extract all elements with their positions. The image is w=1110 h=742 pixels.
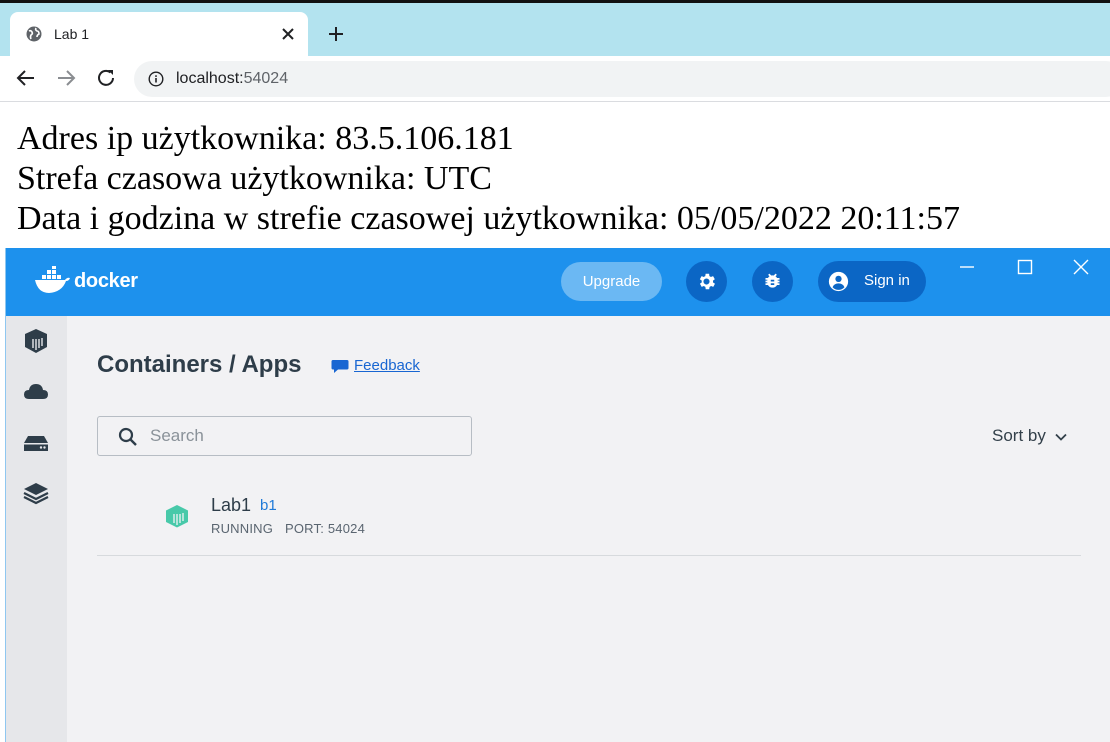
dev-environments-icon[interactable] bbox=[22, 480, 50, 508]
ip-address-line: Adres ip użytkownika: 83.5.106.181 bbox=[17, 120, 514, 157]
close-icon[interactable] bbox=[278, 24, 298, 44]
docker-whale-icon bbox=[35, 266, 70, 293]
docker-logo-text: docker bbox=[74, 270, 138, 292]
info-icon[interactable] bbox=[148, 71, 164, 87]
gear-icon bbox=[699, 273, 715, 290]
docker-desktop-window: docker Upgrade Sign in Containers / Apps… bbox=[5, 248, 1110, 742]
sign-in-label: Sign in bbox=[864, 272, 910, 289]
reload-icon[interactable] bbox=[94, 66, 118, 90]
arrow-left-icon[interactable] bbox=[14, 66, 38, 90]
containers-icon[interactable] bbox=[22, 327, 50, 355]
container-tag: b1 bbox=[260, 497, 277, 514]
volumes-icon[interactable] bbox=[22, 429, 50, 457]
page-title: Containers / Apps bbox=[97, 351, 302, 378]
search-icon bbox=[118, 427, 137, 446]
close-window-icon[interactable] bbox=[1072, 258, 1090, 276]
chat-bubble-icon bbox=[331, 360, 349, 373]
container-row[interactable]: Lab1 b1 RUNNING PORT: 54024 bbox=[97, 476, 1081, 556]
container-port: PORT: 54024 bbox=[285, 521, 366, 536]
sort-by-label: Sort by bbox=[992, 426, 1046, 445]
url-port: 54024 bbox=[243, 70, 289, 87]
tabstrip-top-border bbox=[0, 0, 1110, 3]
search-input[interactable] bbox=[150, 425, 460, 447]
minimize-icon[interactable] bbox=[958, 258, 976, 276]
settings-button[interactable] bbox=[686, 261, 727, 302]
globe-icon bbox=[26, 26, 42, 42]
container-status: RUNNING bbox=[211, 521, 274, 536]
datetime-line: Data i godzina w strefie czasowej użytko… bbox=[17, 200, 960, 237]
account-icon bbox=[828, 271, 849, 292]
address-bar[interactable]: localhost:54024 bbox=[134, 61, 1110, 97]
timezone-line: Strefa czasowa użytkownika: UTC bbox=[17, 160, 492, 197]
docker-logo: docker bbox=[34, 266, 149, 298]
url-host: localhost: bbox=[176, 70, 244, 87]
search-box[interactable] bbox=[97, 416, 472, 456]
sign-in-button[interactable]: Sign in bbox=[818, 261, 926, 302]
url-text[interactable]: localhost:54024 bbox=[176, 70, 288, 88]
container-running-icon bbox=[166, 505, 188, 528]
browser-tab[interactable]: Lab 1 bbox=[10, 12, 308, 56]
tab-title: Lab 1 bbox=[54, 26, 90, 42]
cloud-icon[interactable] bbox=[22, 378, 50, 406]
arrow-right-icon[interactable] bbox=[54, 66, 78, 90]
browser-tabstrip: Lab 1 bbox=[0, 0, 1110, 56]
troubleshoot-button[interactable] bbox=[752, 261, 793, 302]
chevron-down-icon bbox=[1055, 433, 1067, 441]
docker-main-panel: Containers / Apps Feedback Sort by bbox=[67, 316, 1110, 742]
browser-toolbar: localhost:54024 bbox=[0, 56, 1110, 102]
plus-icon[interactable] bbox=[326, 24, 346, 44]
container-name[interactable]: Lab1 bbox=[211, 495, 251, 516]
feedback-link[interactable]: Feedback bbox=[354, 357, 420, 374]
maximize-icon[interactable] bbox=[1016, 258, 1034, 276]
docker-header: docker Upgrade Sign in bbox=[6, 248, 1110, 316]
upgrade-button[interactable]: Upgrade bbox=[561, 262, 662, 301]
docker-sidebar bbox=[6, 316, 67, 742]
bug-icon bbox=[765, 273, 780, 288]
